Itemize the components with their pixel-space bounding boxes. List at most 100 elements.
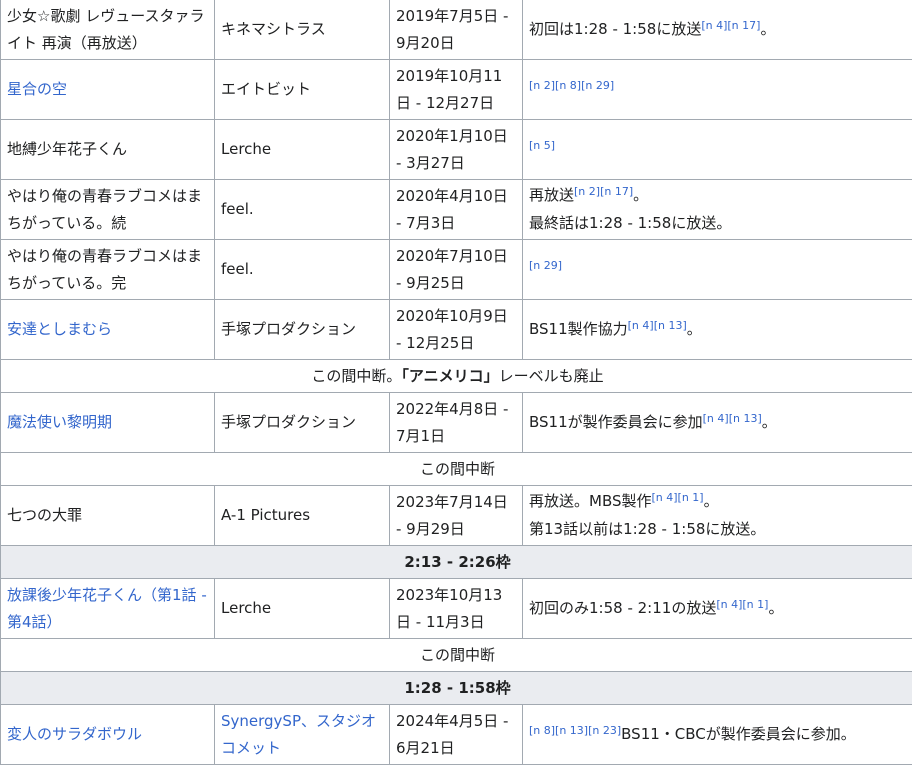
table-row: やはり俺の青春ラブコメはまちがっている。完 feel. 2020年7月10日 - 9… [0,239,912,300]
studio-text: feel. [221,200,254,218]
table-row: 地縛少年花子くん Lerche 2020年1月10日 - 3月27日 [n 5] [0,119,912,180]
note-line: [n 29] [529,256,908,284]
title-text[interactable]: 変人のサラダボウル [7,725,142,743]
studio-cell: SynergySP、スタジオコメット [214,704,390,765]
studio-text: Lerche [221,140,272,158]
reference-link[interactable]: [n 2][n 8][n 29] [529,79,614,92]
note-line-2: 最終話は1:28 - 1:58に放送。 [529,214,732,232]
note-line: BS11が製作委員会に参加[n 4][n 13]。 [529,409,908,437]
note-post: レーベルも廃止 [498,367,604,385]
date-text: 2020年10月9日 - 12月25日 [396,306,508,352]
table-row: 放課後少年花子くん（第1話 - 第4話） Lerche 2023年10月13日 - … [0,578,912,639]
note-cell: [n 2][n 8][n 29] [522,59,912,120]
reference-link[interactable]: [n 4][n 1] [716,598,768,611]
note-cell: [n 29] [522,239,912,300]
title-cell: 放課後少年花子くん（第1話 - 第4話） [0,578,215,639]
table-row: 変人のサラダボウル SynergySP、スタジオコメット 2024年4月5日 - 6… [0,704,912,765]
studio-cell: 手塚プロダクション [214,392,390,453]
title-cell: やはり俺の青春ラブコメはまちがっている。完 [0,239,215,300]
studio-text: Lerche [221,599,272,617]
date-text: 2020年1月10日 - 3月27日 [396,126,508,172]
studio-text: 手塚プロダクション [221,413,357,431]
studio-text: エイトビット [221,80,312,98]
note-line: 初回のみ1:58 - 2:11の放送[n 4][n 1]。 [529,595,908,623]
studio-text: 手塚プロダクション [221,320,357,338]
note-text: 再放送。MBS製作 [529,492,652,510]
note-cell: 初回のみ1:58 - 2:11の放送[n 4][n 1]。 [522,578,912,639]
date-cell: 2023年10月13日 - 11月3日 [389,578,523,639]
note-cell: [n 8][n 13][n 23]BS11・CBCが製作委員会に参加。 [522,704,912,765]
label-name: 「アニメリコ」 [401,367,499,385]
title-cell: 少女☆歌劇 レヴュースタァライト 再演（再放送） [0,0,215,60]
date-cell: 2024年4月5日 - 6月21日 [389,704,523,765]
date-text: 2022年4月8日 - 7月1日 [396,399,509,445]
date-text: 2023年7月14日 - 9月29日 [396,492,508,538]
studio-cell: feel. [214,239,390,300]
note-pre: この間中断。 [311,367,402,385]
note-line: 初回は1:28 - 1:58に放送[n 4][n 17]。 [529,16,908,44]
date-cell: 2020年7月10日 - 9月25日 [389,239,523,300]
note-line: 再放送[n 2][n 17]。 [529,182,908,210]
title-text[interactable]: 魔法使い黎明期 [7,413,112,431]
studio-cell: 手塚プロダクション [214,299,390,360]
date-text: 2020年7月10日 - 9月25日 [396,246,508,292]
reference-link[interactable]: [n 5] [529,139,555,152]
title-text[interactable]: 放課後少年花子くん（第1話 - 第4話） [7,586,207,631]
date-cell: 2022年4月8日 - 7月1日 [389,392,523,453]
note-text: 再放送 [529,186,575,204]
date-text: 2023年10月13日 - 11月3日 [396,585,503,631]
date-cell: 2023年7月14日 - 9月29日 [389,485,523,546]
title-text: 少女☆歌劇 レヴュースタァライト 再演（再放送） [7,6,205,52]
interruption-note: この間中断 [0,638,912,672]
note-line: BS11製作協力[n 4][n 13]。 [529,316,908,344]
studio-text: A-1 Pictures [221,506,311,524]
table-row: 安達としまむら 手塚プロダクション 2020年10月9日 - 12月25日 BS11製… [0,299,912,360]
date-cell: 2019年7月5日 - 9月20日 [389,0,523,60]
date-cell: 2019年10月11日 - 12月27日 [389,59,523,120]
note-text-post: BS11・CBCが製作委員会に参加。 [621,724,856,743]
table-row: 1:28 - 1:58枠 [0,671,912,705]
reference-link[interactable]: [n 8][n 13][n 23] [529,724,621,737]
date-text: 2019年7月5日 - 9月20日 [396,6,509,52]
note-text-post: 。 [703,492,719,510]
table-row: 少女☆歌劇 レヴュースタァライト 再演（再放送） キネマシトラス 2019年7月5日… [0,0,912,60]
table-row: この間中断 [0,638,912,672]
note-cell: 初回は1:28 - 1:58に放送[n 4][n 17]。 [522,0,912,60]
note-text-post: 。 [761,412,777,431]
table-row: 魔法使い黎明期 手塚プロダクション 2022年4月8日 - 7月1日 BS11が製作委… [0,392,912,453]
reference-link[interactable]: [n 29] [529,259,562,272]
table-row: やはり俺の青春ラブコメはまちがっている。続 feel. 2020年4月10日 - 7… [0,179,912,240]
note-line: 再放送。MBS製作[n 4][n 1]。 [529,488,908,516]
studio-cell: feel. [214,179,390,240]
interruption-note: この間中断。「アニメリコ」レーベルも廃止 [0,359,912,393]
title-cell: 地縛少年花子くん [0,119,215,180]
title-text[interactable]: 星合の空 [7,80,67,98]
note-text-post: 。 [760,19,776,38]
title-text[interactable]: 安達としまむら [7,320,112,338]
date-text: 2024年4月5日 - 6月21日 [396,711,509,757]
note-line: [n 8][n 13][n 23]BS11・CBCが製作委員会に参加。 [529,721,908,749]
studio-cell: Lerche [214,578,390,639]
reference-link[interactable]: [n 4][n 13] [628,319,687,332]
reference-link[interactable]: [n 4][n 17] [701,19,760,32]
note-text: BS11が製作委員会に参加 [529,412,703,431]
note-line: [n 5] [529,136,908,164]
studio-cell: A-1 Pictures [214,485,390,546]
title-text: 地縛少年花子くん [7,140,128,158]
title-text: 七つの大罪 [7,506,83,524]
table-row: 七つの大罪 A-1 Pictures 2023年7月14日 - 9月29日 再放送。M… [0,485,912,546]
note-text: 初回のみ1:58 - 2:11の放送 [529,598,717,617]
interruption-note: この間中断 [0,452,912,486]
note-cell: 再放送。MBS製作[n 4][n 1]。 第13話以前は1:28 - 1:58に放… [522,485,912,546]
note-text: 初回は1:28 - 1:58に放送 [529,19,702,38]
studio-text[interactable]: SynergySP、スタジオコメット [221,712,376,757]
date-cell: 2020年4月10日 - 7月3日 [389,179,523,240]
date-cell: 2020年10月9日 - 12月25日 [389,299,523,360]
studio-cell: Lerche [214,119,390,180]
time-slot-header: 2:13 - 2:26枠 [0,545,912,579]
reference-link[interactable]: [n 2][n 17] [574,185,633,198]
reference-link[interactable]: [n 4][n 1] [652,491,704,504]
title-cell: 七つの大罪 [0,485,215,546]
note-cell: BS11製作協力[n 4][n 13]。 [522,299,912,360]
reference-link[interactable]: [n 4][n 13] [703,412,762,425]
